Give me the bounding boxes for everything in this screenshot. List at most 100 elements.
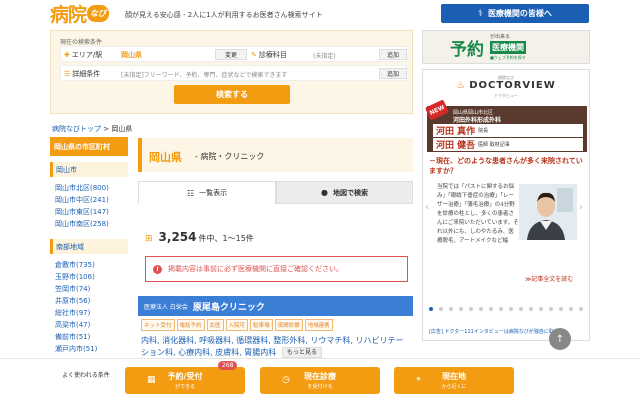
sidebar-item[interactable]: 備前市(51) (55, 331, 128, 343)
sidebar-item[interactable]: 笠岡市(74) (55, 283, 128, 295)
clinic-header[interactable]: 医療法人 白栄会 原尾島クリニック (138, 296, 413, 316)
sidebar-item[interactable]: 岡山市中区(241) (55, 194, 128, 206)
map-pin-icon: ● (321, 188, 328, 197)
sidebar-list-south: 倉敷市(735) 玉野市(106) 笠岡市(74) 井原市(56) 総社市(97… (50, 259, 128, 355)
doctor-name-row: 河田 健吾 医師 取材記事 (433, 138, 583, 151)
doctorview-hospital-name: 河田外科形成外科 (453, 117, 502, 124)
doctorview-headline: －現在、どのような患者さんが多く来院されていますか？ (429, 156, 583, 175)
title-prefecture: 岡山県 (149, 151, 182, 164)
carousel-dot[interactable] (499, 307, 503, 311)
detail-placeholder: [未指定]フリーワード、予約、専門、症状などで検索できます (121, 72, 288, 79)
medical-staff-button[interactable]: ⚕ 医療機関の皆様へ (441, 4, 589, 23)
carousel-dot[interactable] (549, 307, 553, 311)
read-more-link[interactable]: ≫記事全文を読む (525, 274, 573, 283)
medical-icon: ✎ (251, 51, 257, 59)
carousel-prev-icon[interactable]: ‹ (425, 202, 429, 213)
carousel-dot[interactable] (469, 307, 473, 311)
list-icon: ☰ (64, 70, 71, 78)
carousel-dot[interactable] (489, 307, 493, 311)
quick-open-now-title: 現在診療 (304, 372, 336, 381)
detail-label: 詳細条件 (72, 70, 101, 78)
carousel-dot[interactable] (529, 307, 533, 311)
sidebar-item[interactable]: 総社市(97) (55, 307, 128, 319)
carousel-dot[interactable] (569, 307, 573, 311)
reservation-ad-banner[interactable]: 予約 が出来る 医療機関 ■ウェブ予約を探す (422, 30, 590, 64)
doctorview-logo-sub: ドクタビュー (494, 93, 518, 98)
page-title: 岡山県 - 病院・クリニック (138, 138, 413, 172)
page: 病院 なび 顔が見える安心感 - 2人に1人が利用するお医者さん検索サイト ⚕ … (0, 0, 640, 400)
tab-map-label: 地図で検索 (332, 188, 368, 197)
dept-add-button[interactable]: 追加 (379, 49, 407, 60)
clinic-tag: 夜間診療 (274, 319, 303, 331)
municipality-sidebar: 岡山県の市区町村 岡山市 岡山市北区(800) 岡山市中区(241) 岡山市東区… (50, 137, 128, 355)
ad-side: が出来る 医療機関 ■ウェブ予約を探す (490, 33, 526, 61)
medical-staff-label: 医療機関の皆様へ (487, 9, 552, 18)
quick-nearby-title: 現在地 (442, 372, 466, 381)
carousel-dot[interactable] (539, 307, 543, 311)
sidebar-item[interactable]: 瀬戸内市(51) (55, 343, 128, 355)
sidebar-group-okayama[interactable]: 岡山市 (50, 162, 128, 177)
notice-text: 掲載内容は事前に必ず医療機関に直接ご確認ください。 (168, 265, 343, 273)
title-rest: - 病院・クリニック (195, 152, 265, 161)
carousel-dot[interactable] (559, 307, 563, 311)
doctor-photo[interactable] (519, 184, 577, 240)
ad-sub-text: が出来る (490, 34, 511, 40)
carousel-dot[interactable] (519, 307, 523, 311)
carousel-dot[interactable] (579, 307, 583, 311)
dept-value: (未指定) (313, 53, 336, 60)
sidebar-group-south[interactable]: 南部地域 (50, 239, 128, 254)
sidebar-heading: 岡山県の市区町村 (50, 137, 128, 156)
site-logo[interactable]: 病院 なび (50, 2, 110, 26)
flame-icon: ♨ (456, 80, 467, 91)
departments-text[interactable]: 内科, 消化器科, 呼吸器科, 循環器科, 整形外科, リウマチ科, リハビリテ… (141, 336, 404, 357)
sidebar-item[interactable]: 井原市(56) (55, 295, 128, 307)
sidebar-item[interactable]: 岡山市南区(258) (55, 218, 128, 230)
logo-text: 病院 (50, 3, 87, 26)
sidebar-item[interactable]: 岡山市東区(147) (55, 206, 128, 218)
quick-open-now-button[interactable]: ◷ 現在診療 を受付ける (260, 367, 380, 394)
quick-open-now-texts: 現在診療 を受付ける (260, 371, 380, 390)
doctor-name: 河田 真作 (436, 127, 476, 137)
doctorview-feature[interactable]: 岡山県岡山市北区 河田外科形成外科 河田 真作 院長 河田 健吾 医師 取材記事 (427, 106, 587, 152)
arrow-up-icon: ↑ (555, 333, 565, 345)
tab-list-view[interactable]: ☷ 一覧表示 (138, 181, 276, 204)
carousel-dot[interactable] (459, 307, 463, 311)
clinic-tag: ネット受付 (141, 319, 175, 331)
ad-small-text: ■ウェブ予約を探す (490, 55, 526, 60)
detail-add-button[interactable]: 追加 (379, 68, 407, 79)
carousel-dot[interactable] (439, 307, 443, 311)
carousel-dot[interactable] (449, 307, 453, 311)
carousel-dot[interactable] (429, 307, 433, 311)
alert-icon: ! (153, 264, 162, 274)
clinic-name[interactable]: 原尾島クリニック (193, 300, 265, 313)
count-text: 件中、1〜15件 (198, 234, 254, 243)
doctor-role: 院長 (478, 128, 489, 134)
list-view-icon: ☷ (186, 188, 195, 198)
search-button[interactable]: 検索する (174, 85, 290, 104)
tab-map-search[interactable]: ● 地図で検索 (276, 181, 413, 204)
quick-nearby-button[interactable]: ⌖ 現在地 から近くに (394, 367, 514, 394)
sidebar-item[interactable]: 岡山市北区(800) (55, 182, 128, 194)
stethoscope-icon: ⚕ (478, 8, 483, 19)
breadcrumb-top[interactable]: 病院なびトップ (52, 125, 101, 133)
notice-box: ! 掲載内容は事前に必ず医療機関に直接ご確認ください。 (145, 256, 408, 282)
carousel-dot[interactable] (479, 307, 483, 311)
doctorview-logo: ♨ DOCTORVIEW (423, 80, 589, 91)
carousel-next-icon[interactable]: › (579, 202, 583, 213)
quick-conditions-label: よく使われる条件 (62, 372, 110, 379)
count-badge: 268 (218, 361, 238, 370)
clinic-corporation: 医療法人 白栄会 (144, 303, 188, 311)
area-change-button[interactable]: 変更 (215, 49, 247, 60)
sidebar-item[interactable]: 高梁市(47) (55, 319, 128, 331)
ad-big-text: 予約 (450, 39, 484, 60)
sidebar-item[interactable]: 玉野市(106) (55, 271, 128, 283)
search-conditions-box: 現在の検索条件 ✚ エリア/駅 岡山県 変更 ✎ 診療科目 (未指定) 追加 ☰ 詳細… (50, 30, 413, 114)
search-row-detail: ☰ 詳細条件 [未指定]フリーワード、予約、専門、症状などで検索できます 追加 (60, 65, 407, 81)
quick-reservation-button[interactable]: ▦ 予約/受付 ができる 268 (125, 361, 245, 394)
sidebar-item[interactable]: 倉敷市(735) (55, 259, 128, 271)
carousel-dot[interactable] (509, 307, 513, 311)
more-button[interactable]: もっと見る (281, 347, 322, 358)
doctor-name-row: 河田 真作 院長 (433, 124, 583, 137)
scroll-top-button[interactable]: ↑ (549, 328, 571, 350)
site-header: 病院 なび 顔が見える安心感 - 2人に1人が利用するお医者さん検索サイト ⚕ … (0, 0, 640, 28)
